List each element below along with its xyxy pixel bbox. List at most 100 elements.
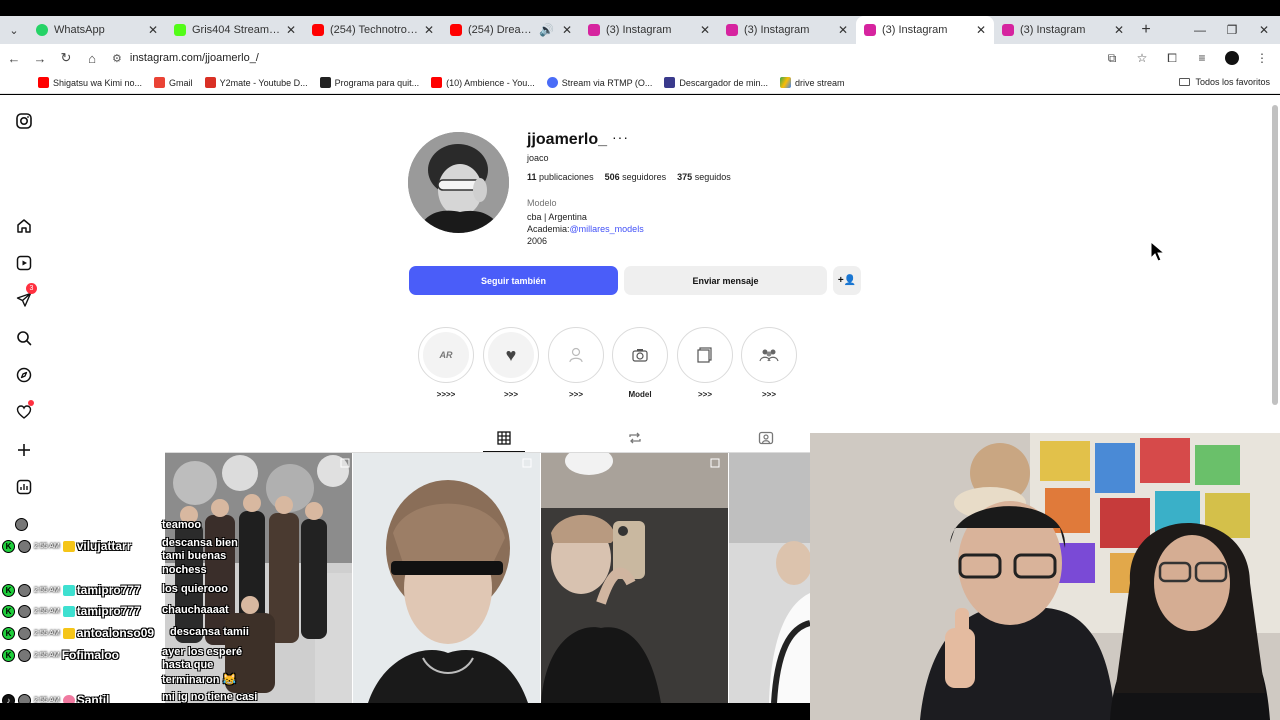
story-highlight[interactable]: Model xyxy=(612,327,668,399)
page-scrollbar[interactable] xyxy=(1272,105,1278,405)
tagged-tab[interactable] xyxy=(754,428,778,448)
tab-search-icon[interactable]: ⌄ xyxy=(0,16,28,44)
browser-tab[interactable]: (254) Dreamy Pokémo 🔊 ✕ xyxy=(442,16,580,44)
close-tab-icon[interactable]: ✕ xyxy=(424,23,434,37)
story-highlight[interactable]: AR >>>> xyxy=(418,327,474,399)
forward-icon[interactable]: → xyxy=(28,46,52,70)
close-tab-icon[interactable]: ✕ xyxy=(562,23,572,37)
bookmark-label: (10) Ambience - You... xyxy=(446,77,535,88)
bookmark-item[interactable]: Programa para quit... xyxy=(319,77,420,88)
profile-avatar[interactable] xyxy=(408,132,509,233)
bio-mention-link[interactable]: @millares_models xyxy=(570,224,644,234)
address-bar[interactable]: ⚙ instagram.com/jjoamerlo_/ xyxy=(104,46,1162,70)
downloader-icon xyxy=(664,77,676,88)
close-window-icon[interactable]: ✕ xyxy=(1248,16,1280,44)
reels-icon[interactable] xyxy=(14,253,34,273)
story-highlight[interactable]: ♥ >>> xyxy=(483,327,539,399)
send-message-button[interactable]: Enviar mensaje xyxy=(624,266,827,295)
chat-time: 2:55 AM xyxy=(34,629,60,637)
media-control-icon[interactable]: ≡ xyxy=(1190,46,1214,70)
profile-avatar[interactable] xyxy=(1220,46,1244,70)
search-icon[interactable] xyxy=(14,328,34,348)
chat-username: Fofimaloo xyxy=(61,648,120,662)
notifications-heart-icon[interactable] xyxy=(14,400,34,422)
all-bookmarks-folder[interactable]: Todos los favoritos xyxy=(1179,77,1270,87)
posts-count: 11 xyxy=(527,172,537,182)
toolbar-actions: ⧉ ☆ ⧠ ≡ ⋮ xyxy=(1100,46,1274,70)
kick-badge-icon: K xyxy=(2,539,15,553)
close-tab-icon[interactable]: ✕ xyxy=(700,23,710,37)
bookmark-item[interactable]: drive stream xyxy=(779,77,844,88)
extensions-icon[interactable]: ⧠ xyxy=(1160,46,1184,70)
browser-tab[interactable]: WhatsApp ✕ xyxy=(28,16,166,44)
bio-line: 2006 xyxy=(527,236,548,246)
chat-avatar xyxy=(18,604,31,618)
reload-icon[interactable]: ↻ xyxy=(54,46,78,70)
story-highlight[interactable]: >>> xyxy=(677,327,733,399)
posts-grid-tab[interactable] xyxy=(492,428,516,448)
youtube-icon xyxy=(312,24,324,36)
back-icon[interactable]: ← xyxy=(2,46,26,70)
home-icon[interactable]: ⌂ xyxy=(80,46,104,70)
browser-tab[interactable]: (3) Instagram ✕ xyxy=(718,16,856,44)
y2mate-icon xyxy=(204,77,216,88)
follow-button[interactable]: Seguir también xyxy=(409,266,618,295)
close-tab-icon[interactable]: ✕ xyxy=(976,23,986,37)
more-options-icon[interactable]: ··· xyxy=(612,129,629,145)
bookmark-item[interactable]: Shigatsu wa Kimi no... xyxy=(38,77,142,88)
close-tab-icon[interactable]: ✕ xyxy=(286,23,296,37)
dashboard-icon[interactable] xyxy=(14,477,34,497)
bookmark-item[interactable]: Descargador de min... xyxy=(664,77,768,88)
chat-row: K 2:55 AM Fofimaloo xyxy=(0,646,119,664)
reposts-tab[interactable] xyxy=(623,428,647,448)
create-icon[interactable] xyxy=(14,440,34,460)
instagram-icon xyxy=(726,24,738,36)
close-tab-icon[interactable]: ✕ xyxy=(148,23,158,37)
browser-tab[interactable]: (3) Instagram ✕ xyxy=(580,16,718,44)
chat-message: mi ig no tiene casi xyxy=(162,691,258,703)
speaker-icon[interactable]: 🔊 xyxy=(539,23,554,37)
browser-tab[interactable]: Gris404 Stream - Watch Li ✕ xyxy=(166,16,304,44)
messages-icon[interactable]: 3 xyxy=(14,283,37,310)
followers-label: seguidores xyxy=(622,172,667,182)
chat-username: tamipro777 xyxy=(76,583,141,597)
close-tab-icon[interactable]: ✕ xyxy=(1114,23,1124,37)
site-info-icon[interactable]: ⚙ xyxy=(112,52,122,65)
following-stat[interactable]: 375 seguidos xyxy=(677,172,731,182)
bookmark-item[interactable]: Stream via RTMP (O... xyxy=(546,77,652,88)
youtube-icon xyxy=(450,24,462,36)
bookmark-label: Programa para quit... xyxy=(334,77,420,88)
story-highlight[interactable]: >>> xyxy=(548,327,604,399)
new-tab-icon[interactable]: + xyxy=(1132,21,1160,39)
explore-icon[interactable] xyxy=(14,365,34,385)
browser-titlebar: ⌄ WhatsApp ✕ Gris404 Stream - Watch Li ✕… xyxy=(0,0,1280,44)
bookmark-item[interactable]: Gmail xyxy=(154,77,193,88)
bookmark-item[interactable]: Y2mate - Youtube D... xyxy=(204,77,308,88)
post-thumbnail[interactable] xyxy=(353,453,540,703)
install-app-icon[interactable]: ⧉ xyxy=(1100,46,1124,70)
browser-tab[interactable]: (254) Technotronic - Pump ✕ xyxy=(304,16,442,44)
instagram-logo-icon[interactable] xyxy=(14,111,34,131)
bookmark-item[interactable]: (10) Ambience - You... xyxy=(431,77,535,88)
browser-tab-active[interactable]: (3) Instagram ✕ xyxy=(856,16,994,44)
minimize-icon[interactable]: — xyxy=(1184,16,1216,44)
messages-badge: 3 xyxy=(26,283,37,294)
highlight-label: >>>> xyxy=(436,390,456,399)
suggested-users-button[interactable]: +👤 xyxy=(833,266,861,295)
browser-tab[interactable]: (3) Instagram ✕ xyxy=(994,16,1132,44)
maximize-icon[interactable]: ❐ xyxy=(1216,16,1248,44)
crown-badge-icon xyxy=(62,540,75,552)
mouse-cursor-icon xyxy=(1150,240,1166,268)
post-thumbnail[interactable] xyxy=(541,453,728,703)
post-thumbnail[interactable] xyxy=(729,453,810,703)
gmail-icon xyxy=(154,77,166,88)
menu-icon[interactable]: ⋮ xyxy=(1250,46,1274,70)
close-tab-icon[interactable]: ✕ xyxy=(838,23,848,37)
story-highlight[interactable]: >>> xyxy=(741,327,797,399)
logo-highlight-icon: AR xyxy=(423,332,469,378)
followers-stat[interactable]: 506 seguidores xyxy=(605,172,667,182)
home-icon[interactable] xyxy=(14,216,34,236)
chat-username: vilujattarr xyxy=(76,539,132,553)
posts-stat: 11 publicaciones xyxy=(527,172,594,182)
bookmark-star-icon[interactable]: ☆ xyxy=(1130,46,1154,70)
